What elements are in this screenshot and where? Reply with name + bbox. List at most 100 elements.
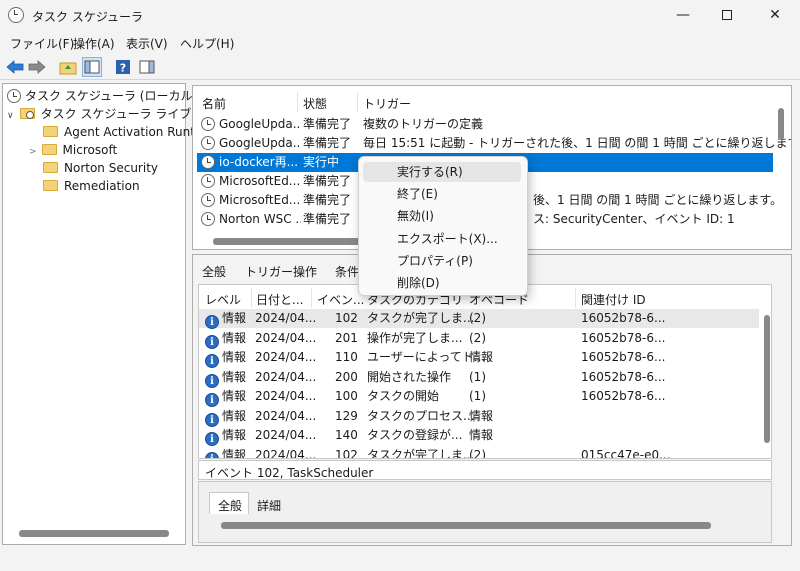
history-level-cell: i 情報 [205, 426, 246, 446]
history-level-cell: i 情報 [205, 446, 247, 459]
tree-folder-norton[interactable]: Norton Security [43, 159, 158, 177]
history-row[interactable]: i 情報 2024/04... 201 操作が完了しま... (2) 16052b78-6.… [199, 329, 759, 349]
context-disable[interactable]: 無効(I) [363, 206, 521, 226]
event-title-bar: イベント 102, TaskScheduler [198, 460, 772, 480]
task-name: MicrosoftEd... [219, 193, 301, 207]
forward-arrow-icon[interactable] [27, 57, 47, 77]
event-horizontal-scrollbar[interactable] [221, 522, 711, 529]
task-name: GoogleUpda... [219, 136, 301, 150]
history-category: タスクが完了しま... [367, 447, 475, 459]
clock-icon [201, 174, 215, 188]
history-opcode: 情報 [469, 350, 494, 364]
chevron-down-icon[interactable]: ∨ [7, 111, 14, 121]
history-correlation-id: 16052b78-6... [581, 330, 666, 345]
maximize-button[interactable] [704, 0, 750, 30]
history-correlation-id: 16052b78-6... [581, 311, 666, 325]
tree-horizontal-scrollbar[interactable] [19, 530, 169, 537]
context-menu: 実行する(R) 終了(E) 無効(I) エクスポート(X)... プロパティ(P… [358, 156, 528, 296]
tab-conditions[interactable]: 条件 [335, 263, 359, 280]
library-folder-icon [19, 108, 35, 119]
history-opcode: 情報 [469, 408, 494, 423]
event-tab-details[interactable]: 詳細 [257, 497, 281, 514]
tree-folder-agent[interactable]: Agent Activation Runt [43, 123, 195, 141]
tree-library[interactable]: ∨ タスク スケジューラ ライブラリ [7, 105, 215, 123]
task-status: 準備完了 [303, 212, 352, 226]
back-arrow-icon[interactable] [5, 57, 25, 77]
tab-general[interactable]: 全般 [202, 263, 226, 280]
event-tab-general[interactable]: 全般 [209, 492, 249, 514]
history-header-correlation-id[interactable]: 関連付け ID [581, 291, 646, 308]
history-header-level[interactable]: レベル [205, 291, 241, 308]
task-scheduler-app-icon [8, 7, 24, 23]
menu-view[interactable]: 表示(V) [126, 35, 168, 52]
tab-actions[interactable]: 操作 [293, 263, 317, 280]
context-properties[interactable]: プロパティ(P) [363, 251, 521, 271]
task-row[interactable]: GoogleUpda... 準備完了 複数のトリガーの定義 [197, 115, 773, 134]
history-date: 2024/04... [255, 389, 317, 403]
history-row[interactable]: i 情報 2024/04... 102 タスクが完了しま... (2) 16052b78-6… [199, 309, 759, 329]
folder-icon [43, 180, 58, 191]
column-divider [297, 92, 298, 112]
tree-folder-label: Microsoft [62, 143, 118, 157]
history-event: 201 [335, 330, 358, 345]
history-vertical-scrollbar[interactable] [764, 315, 770, 443]
tree-folder-remediation[interactable]: Remediation [43, 177, 140, 195]
menu-file[interactable]: ファイル(F) [10, 35, 74, 52]
chevron-right-icon[interactable]: > [29, 147, 37, 157]
menu-action[interactable]: 操作(A) [73, 35, 115, 52]
context-export[interactable]: エクスポート(X)... [363, 229, 521, 249]
column-header-status[interactable]: 状態 [303, 95, 327, 112]
history-correlation-id: 16052b78-6... [581, 350, 666, 364]
show-hide-console-icon[interactable] [82, 57, 102, 77]
tree-root[interactable]: タスク スケジューラ (ローカル) [7, 87, 197, 105]
history-opcode: (2) [469, 330, 486, 345]
history-correlation-id: 16052b78-6... [581, 369, 666, 384]
column-header-trigger[interactable]: トリガー [363, 95, 411, 112]
clock-icon [7, 89, 21, 103]
history-level-cell: i 情報 [205, 348, 246, 368]
history-level: 情報 [222, 408, 247, 423]
context-end[interactable]: 終了(E) [363, 184, 521, 204]
show-action-pane-icon[interactable] [137, 57, 157, 77]
tree-root-label: タスク スケジューラ (ローカル) [25, 89, 198, 103]
info-icon: i [205, 393, 219, 407]
help-icon[interactable]: ? [113, 57, 133, 77]
task-row[interactable]: GoogleUpda... 準備完了 毎日 15:51 に起動 - トリガーされ… [197, 134, 791, 153]
column-header-name[interactable]: 名前 [202, 95, 226, 112]
info-icon: i [205, 432, 219, 446]
column-divider [311, 288, 312, 308]
folder-up-icon[interactable] [58, 57, 78, 77]
history-header-date[interactable]: 日付と... [256, 291, 306, 308]
menu-help[interactable]: ヘルプ(H) [180, 35, 234, 52]
history-header-event[interactable]: イベン... [317, 291, 363, 308]
history-row[interactable]: i 情報 2024/04... 100 タスクの開始 (1) 16052b78-6... [199, 387, 759, 407]
tab-triggers[interactable]: トリガー [245, 263, 293, 280]
history-event: 129 [335, 408, 358, 423]
history-row[interactable]: i 情報 2024/04... 129 タスクのプロセス... 情報 [199, 407, 759, 427]
task-trigger: 毎日 15:51 に起動 - トリガーされた後、1 日間 の間 1 時間 ごとに… [363, 136, 792, 150]
minimize-button[interactable]: — [660, 0, 706, 30]
task-list-vertical-scrollbar[interactable] [778, 108, 784, 140]
context-run[interactable]: 実行する(R) [363, 162, 521, 182]
tree-folder-label: Remediation [64, 179, 140, 193]
event-title: イベント 102, TaskScheduler [205, 466, 374, 480]
menu-bar: ファイル(F) 操作(A) 表示(V) ヘルプ(H) [0, 32, 800, 54]
title-bar: タスク スケジューラ — ✕ [0, 0, 800, 30]
tree-folder-label: Norton Security [64, 161, 158, 175]
history-event: 102 [335, 311, 358, 325]
history-row[interactable]: i 情報 2024/04... 140 タスクの登録が... 情報 [199, 426, 759, 446]
history-row[interactable]: i 情報 2024/04... 110 ユーザーによってト... 情報 16052b78-6… [199, 348, 759, 368]
history-level-cell: i 情報 [205, 387, 246, 407]
history-level: 情報 [222, 447, 247, 459]
context-delete[interactable]: 削除(D) [363, 273, 521, 293]
history-row[interactable]: i 情報 2024/04... 102 タスクが完了しま... (2) 015cc47e-e… [199, 446, 759, 459]
history-opcode: (2) [469, 447, 486, 459]
history-row[interactable]: i 情報 2024/04... 200 開始された操作 (1) 16052b78-6... [199, 368, 759, 388]
tree-folder-microsoft[interactable]: > Microsoft [29, 141, 117, 159]
folder-icon [43, 126, 58, 137]
history-opcode: (1) [469, 389, 486, 403]
clock-icon [201, 136, 215, 150]
close-button[interactable]: ✕ [752, 0, 798, 30]
history-level: 情報 [222, 311, 247, 325]
column-divider [357, 92, 358, 112]
